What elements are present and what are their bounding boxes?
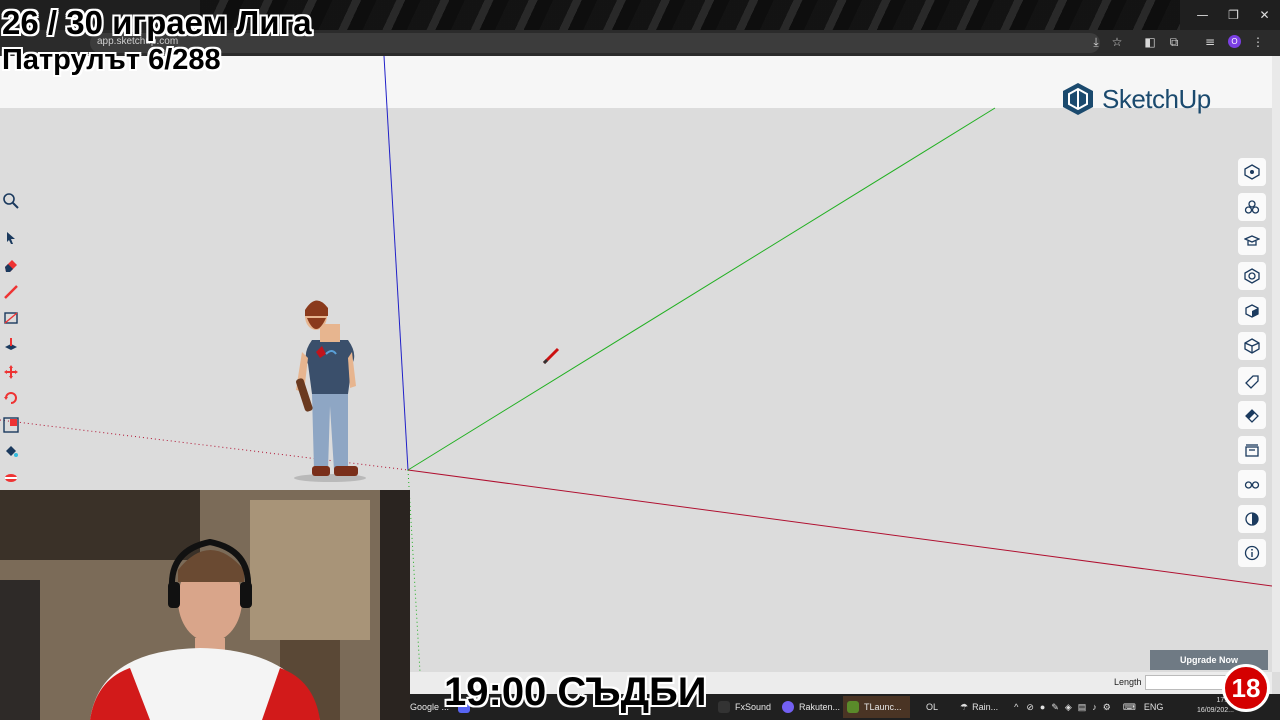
- display-button[interactable]: [1238, 470, 1266, 498]
- eraser-icon: [5, 260, 17, 272]
- age-rating-badge: 18: [1222, 664, 1270, 712]
- soften-button[interactable]: [1238, 401, 1266, 429]
- pencil-cursor: [542, 347, 560, 365]
- scale-figure[interactable]: [282, 294, 378, 484]
- close-window-button[interactable]: ✕: [1249, 0, 1280, 30]
- taskbar-item-fxsound[interactable]: FxSound: [718, 696, 771, 718]
- components-button[interactable]: [1238, 193, 1266, 221]
- rotate-icon: [4, 392, 17, 404]
- tags-button[interactable]: [1238, 367, 1266, 395]
- materials-icon: [1244, 268, 1260, 284]
- bookmark-star-icon[interactable]: ☆: [1109, 34, 1125, 50]
- move-icon: [4, 365, 18, 379]
- info-icon: [1244, 545, 1260, 561]
- extension-icon[interactable]: ◧: [1142, 34, 1158, 50]
- materials-button[interactable]: [1238, 262, 1266, 290]
- restore-button[interactable]: ❐: [1218, 0, 1249, 30]
- info-button[interactable]: [1238, 539, 1266, 567]
- entity-info-button[interactable]: [1238, 158, 1266, 186]
- scale-icon: [3, 417, 19, 433]
- weather-label[interactable]: Rain...: [972, 702, 998, 712]
- scenes-button[interactable]: [1238, 436, 1266, 464]
- shadows-icon: [1245, 512, 1259, 526]
- red-axis: [407, 469, 1272, 587]
- tray-icons[interactable]: ⊘●✎◈▤♪⚙: [1026, 702, 1117, 713]
- components-icon: [1244, 200, 1260, 214]
- tape-measure-icon: [5, 474, 17, 482]
- webcam-scene: [0, 490, 410, 720]
- pencil-icon: [4, 285, 18, 299]
- taskbar-item-label: FxSound: [735, 702, 772, 712]
- scale-tool[interactable]: [1, 415, 21, 435]
- styles-button[interactable]: [1238, 332, 1266, 360]
- search-icon: [3, 193, 19, 209]
- pencil-tool[interactable]: [1, 282, 21, 302]
- search-tool[interactable]: [1, 191, 21, 211]
- puzzle-icon[interactable]: ⧉: [1166, 34, 1182, 50]
- move-tool[interactable]: [1, 362, 21, 382]
- viber-icon: [782, 701, 794, 713]
- webcam-overlay: [0, 490, 410, 720]
- minimize-button[interactable]: —: [1187, 0, 1218, 30]
- language-indicator[interactable]: ENG: [1144, 702, 1164, 712]
- taskbar-item-label: Rakuten...: [799, 702, 841, 712]
- page-scrollbar[interactable]: [1272, 56, 1280, 672]
- tape-measure-tool[interactable]: [1, 468, 21, 488]
- paint-tool[interactable]: [1, 441, 21, 461]
- taskbar-item-rakuten[interactable]: Rakuten...: [782, 696, 840, 718]
- install-app-icon[interactable]: ⤓: [1088, 34, 1104, 50]
- styles-icon: [1244, 338, 1260, 354]
- taskbar-item-tlauncher[interactable]: TLaunc...: [843, 696, 910, 718]
- fxsound-icon: [718, 701, 730, 713]
- chevron-up-icon[interactable]: ^: [1014, 702, 1018, 712]
- profile-avatar[interactable]: O: [1228, 35, 1241, 48]
- eraser-tool[interactable]: [1, 255, 21, 275]
- stream-overlay-schedule: 19:00 СЪДБИ: [444, 670, 707, 714]
- select-tool[interactable]: [1, 228, 21, 248]
- outliner-button[interactable]: [1238, 297, 1266, 325]
- entity-info-icon: [1244, 164, 1260, 180]
- weather-icon: ☂: [960, 701, 969, 712]
- tags-icon: [1245, 375, 1259, 389]
- system-tray: OL ☂ Rain... ^ ⊘●✎◈▤♪⚙ ⌨ ENG: [926, 694, 1163, 720]
- instructor-button[interactable]: [1238, 227, 1266, 255]
- clock-date: 16/09/202...: [1197, 707, 1234, 714]
- select-icon: [7, 232, 15, 244]
- tray-label: OL: [926, 702, 939, 712]
- outliner-icon: [1245, 304, 1259, 318]
- push-pull-tool[interactable]: [1, 335, 21, 355]
- keyboard-icon[interactable]: ⌨: [1123, 702, 1136, 713]
- instructor-icon: [1244, 235, 1260, 246]
- shadows-button[interactable]: [1238, 505, 1266, 533]
- sketchup-logo: SketchUp: [1062, 82, 1211, 116]
- length-label: Length: [1114, 677, 1142, 687]
- rectangle-tool[interactable]: [1, 308, 21, 328]
- blue-axis: [383, 56, 409, 471]
- soften-icon: [1245, 409, 1259, 423]
- taskbar-item-label: TLaunc...: [864, 702, 902, 712]
- window-controls: — ❐ ✕: [1187, 0, 1280, 30]
- tab-strip-background: [200, 0, 1180, 30]
- logo-text: SketchUp: [1102, 83, 1211, 114]
- rectangle-icon: [4, 312, 18, 324]
- green-axis: [407, 107, 996, 471]
- push-pull-icon: [5, 338, 17, 350]
- media-icon[interactable]: ≡: [1202, 34, 1218, 50]
- sketchup-logo-icon: [1063, 83, 1093, 115]
- display-icon: [1244, 481, 1260, 489]
- paint-icon: [6, 446, 18, 457]
- stream-overlay-subtitle: Патрулът 6/288: [2, 44, 221, 76]
- rotate-tool[interactable]: [1, 388, 21, 408]
- minecraft-icon: [847, 701, 859, 713]
- browser-menu-icon[interactable]: ⋮: [1250, 34, 1266, 50]
- scenes-icon: [1245, 444, 1259, 457]
- stream-overlay-title: 26 / 30 играем Лига: [2, 4, 312, 41]
